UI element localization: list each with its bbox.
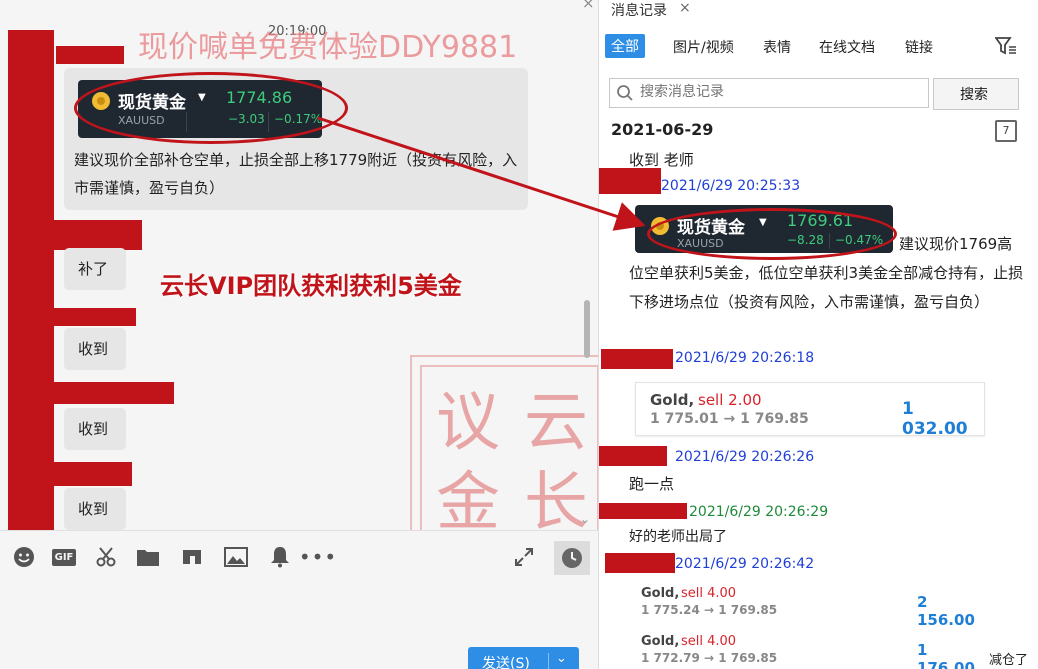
- annotation-arrow: [317, 116, 646, 231]
